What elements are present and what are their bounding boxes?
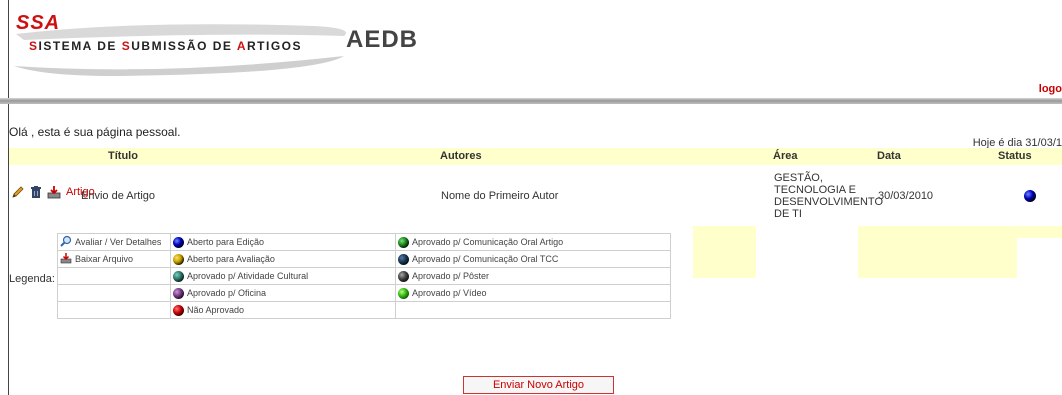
send-new-article-button[interactable]: Enviar Novo Artigo: [463, 376, 614, 394]
delete-trash-icon[interactable]: [29, 185, 43, 199]
dark-teal-ball-icon: [398, 253, 409, 265]
gray-ball-icon: [398, 270, 409, 282]
download-icon: [60, 252, 72, 266]
blue-ball-icon: [1024, 190, 1036, 202]
legend-table: Avaliar / Ver Detalhes Aberto para Ediçã…: [57, 233, 671, 319]
legend-filler: [693, 226, 756, 278]
purple-ball-icon: [173, 287, 184, 299]
legend-item: Aprovado p/ Comunicação Oral TCC: [398, 253, 668, 265]
blue-ball-icon: [173, 236, 184, 248]
header-status: Status: [998, 150, 1032, 162]
table-header: Título Autores Área Data Status: [9, 148, 1062, 165]
magnifier-icon: [60, 235, 72, 249]
download-icon[interactable]: [47, 185, 61, 199]
ssa-logo: SSA SISTEMA DE SUBMISSÃO DE ARTIGOS AEDB: [14, 6, 434, 86]
legend-item: Baixar Arquivo: [60, 252, 168, 266]
legend-item: Avaliar / Ver Detalhes: [60, 235, 168, 249]
red-ball-icon: [173, 304, 184, 316]
greeting-text: Olá , esta é sua página pessoal.: [9, 125, 181, 139]
bright-green-ball-icon: [398, 287, 409, 299]
legend-item: Aprovado p/ Vídeo: [398, 287, 668, 299]
teal-ball-icon: [173, 270, 184, 282]
green-ball-icon: [398, 236, 409, 248]
legend-item: Aprovado p/ Oficina: [173, 287, 393, 299]
row-data: 30/03/2010: [878, 190, 934, 202]
legend-item: Aprovado p/ Atividade Cultural: [173, 270, 393, 282]
aedb-logo: AEDB: [346, 26, 419, 53]
edit-pencil-icon[interactable]: [11, 185, 25, 199]
header-divider: [0, 98, 1062, 104]
yellow-ball-icon: [173, 253, 184, 265]
row-area: GESTÃO, TECNOLOGIA E DESENVOLVIMENTO DE …: [774, 172, 884, 220]
legend-filler: [858, 226, 1062, 238]
header-autores: Autores: [440, 150, 482, 162]
row-autores: Nome do Primeiro Autor: [441, 190, 559, 202]
legend-item: Não Aprovado: [173, 304, 393, 316]
legend-item: Aprovado p/ Pôster: [398, 270, 668, 282]
legend-label: Legenda:: [9, 273, 55, 285]
legend-item: Aberto para Avaliação: [173, 253, 393, 265]
legend-item: Aberto para Edição: [173, 236, 393, 248]
legend-item: Aprovado p/ Comunicação Oral Artigo: [398, 236, 668, 248]
header-area: Área: [773, 150, 798, 162]
header-data: Data: [877, 150, 901, 162]
page-left-border: [8, 0, 9, 395]
logout-link[interactable]: logo: [1039, 83, 1062, 95]
row-titulo: Envio de Artigo: [81, 190, 155, 202]
system-name: SISTEMA DE SUBMISSÃO DE ARTIGOS: [29, 39, 303, 53]
ssa-brand: SSA: [16, 12, 61, 34]
header-titulo: Título: [108, 150, 138, 162]
legend-filler: [858, 238, 1017, 278]
